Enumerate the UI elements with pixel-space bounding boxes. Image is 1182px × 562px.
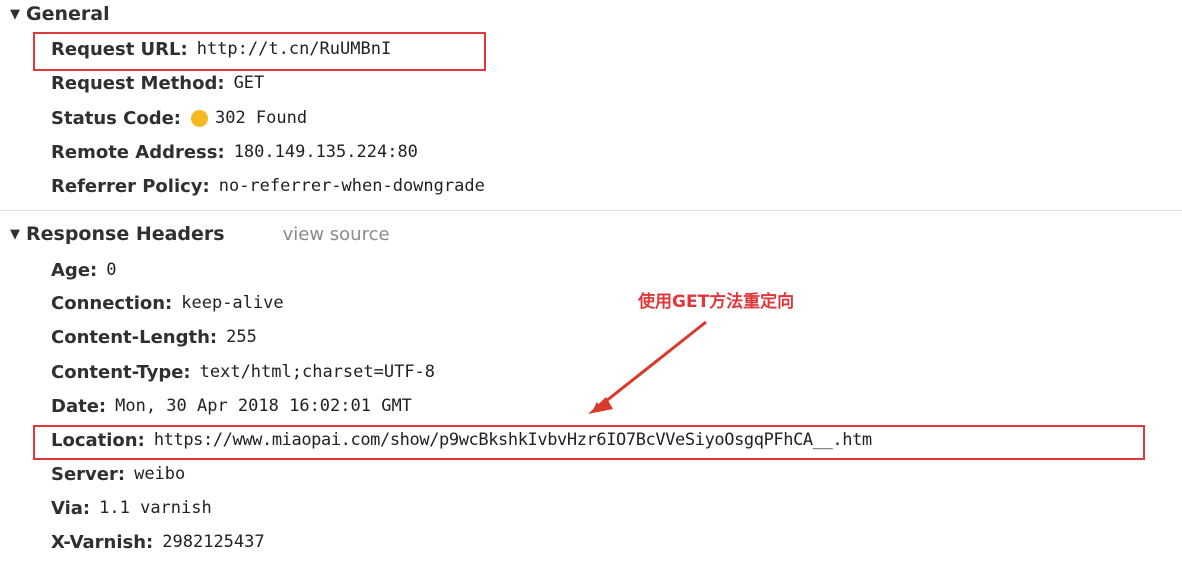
arrow-icon: [588, 320, 707, 414]
